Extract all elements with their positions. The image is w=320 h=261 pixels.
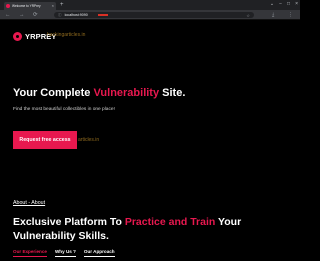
browser-tab[interactable]: Welcome to YRPrey × bbox=[4, 2, 56, 10]
tab-title: Welcome to YRPrey bbox=[12, 4, 41, 8]
about-tabs: Our Experience Why Us ? Our Approach bbox=[13, 249, 115, 257]
hero-title-prefix: Your Complete bbox=[13, 87, 94, 99]
hero-title: Your Complete Vulnerability Site. bbox=[13, 87, 185, 99]
watermark-overlay: articles.in bbox=[78, 137, 100, 143]
watermark: hackingarticles.in bbox=[47, 32, 86, 38]
browser-toolbar: ← → ⟳ ⓘ localhost:9090 ☆ ⤓ ⋮ bbox=[0, 10, 300, 20]
back-icon[interactable]: ← bbox=[5, 11, 11, 19]
close-tab-icon[interactable]: × bbox=[52, 4, 54, 8]
favicon-icon bbox=[6, 4, 10, 8]
close-window-icon[interactable]: × bbox=[295, 1, 298, 8]
address-bar[interactable]: ⓘ localhost:9090 ☆ bbox=[54, 12, 254, 18]
logo-icon bbox=[13, 32, 22, 41]
section-title-prefix: Exclusive Platform To bbox=[13, 216, 125, 228]
download-icon[interactable]: ⤓ bbox=[272, 11, 274, 19]
new-tab-button[interactable]: + bbox=[60, 1, 64, 9]
hero-title-suffix: Site. bbox=[159, 87, 186, 99]
section-title: Exclusive Platform To Practice and Train… bbox=[13, 215, 295, 243]
url-text: localhost:9090 bbox=[64, 13, 88, 17]
hero-subtitle: Find the most beautiful collectibles in … bbox=[13, 107, 115, 112]
tab-our-experience[interactable]: Our Experience bbox=[13, 249, 47, 257]
redaction-mark bbox=[97, 14, 108, 16]
window-controls: ⌄ − □ × bbox=[270, 1, 298, 8]
forward-icon[interactable]: → bbox=[19, 11, 25, 19]
tab-search-icon[interactable]: ⌄ bbox=[270, 1, 274, 8]
maximize-icon[interactable]: □ bbox=[287, 1, 290, 8]
tab-why-us[interactable]: Why Us ? bbox=[54, 249, 76, 257]
section-title-accent: Practice and Train bbox=[124, 216, 216, 228]
bookmark-star-icon[interactable]: ☆ bbox=[246, 13, 250, 18]
request-access-button[interactable]: Request free access bbox=[13, 131, 77, 149]
site-info-icon[interactable]: ⓘ bbox=[58, 13, 62, 18]
tab-our-approach[interactable]: Our Approach bbox=[83, 249, 115, 257]
hero-title-accent: Vulnerability bbox=[93, 87, 160, 99]
browser-tab-strip: Welcome to YRPrey × + ⌄ − □ × bbox=[0, 0, 300, 10]
reload-icon[interactable]: ⟳ bbox=[33, 11, 38, 19]
minimize-icon[interactable]: − bbox=[279, 1, 282, 8]
about-breadcrumb[interactable]: About - About bbox=[13, 200, 45, 206]
menu-kebab-icon[interactable]: ⋮ bbox=[288, 11, 293, 19]
